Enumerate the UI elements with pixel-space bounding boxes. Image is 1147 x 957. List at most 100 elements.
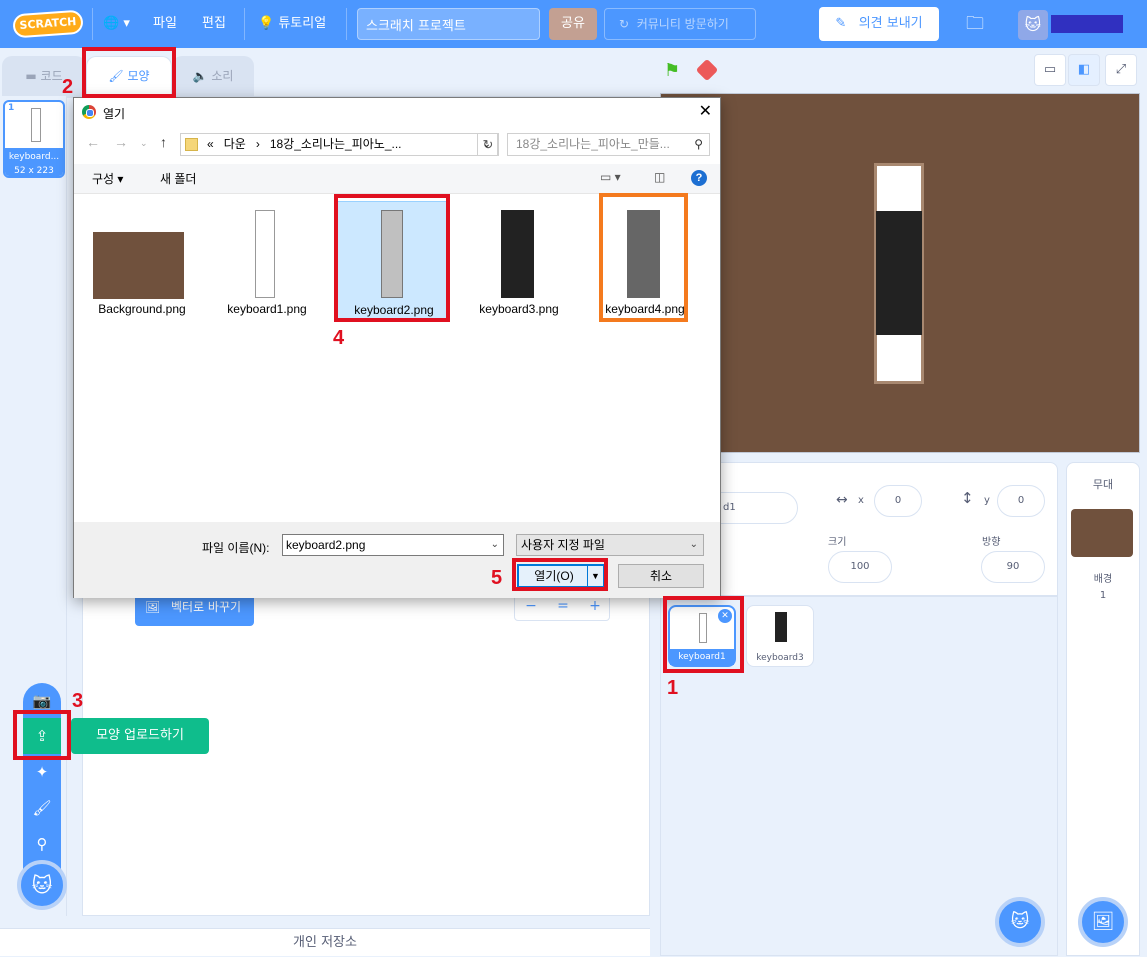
redacted-username[interactable]: [1051, 15, 1123, 33]
divider: [92, 8, 93, 40]
lightbulb-icon: 💡: [258, 16, 275, 31]
stage-sprite-keyboard-black[interactable]: [876, 211, 922, 335]
backpack-bar[interactable]: 개인 저장소: [0, 928, 650, 956]
highlight-box-upload: [13, 710, 71, 760]
edit-menu[interactable]: 편집: [202, 0, 226, 48]
costume-item[interactable]: 1 keyboard... 52 x 223: [3, 100, 65, 178]
avatar[interactable]: 🐱: [1018, 10, 1048, 40]
size-label: 크기: [828, 537, 847, 548]
zoom-reset-icon[interactable]: =: [547, 598, 579, 614]
sprite-name: keyboard3: [756, 653, 804, 663]
add-costume-button[interactable]: 🐱: [17, 860, 67, 910]
highlight-box-keyboard4: [599, 193, 688, 322]
file-name: keyboard1.png: [227, 302, 307, 316]
forward-icon[interactable]: →: [114, 134, 128, 150]
stage-thumbnail[interactable]: [1071, 509, 1133, 557]
highlight-box-keyboard2: [334, 194, 450, 322]
small-stage-icon[interactable]: ▭: [1034, 54, 1066, 86]
annotation-number: 1: [667, 677, 679, 699]
refresh-icon[interactable]: ↻: [477, 133, 499, 156]
tutorials-label: 튜토리얼: [278, 16, 327, 31]
close-icon[interactable]: ✕: [699, 101, 712, 121]
zoom-out-icon[interactable]: −: [515, 598, 547, 614]
feedback-button[interactable]: ✎ 의견 보내기: [819, 7, 939, 41]
up-icon[interactable]: ↑: [160, 134, 167, 150]
size-input[interactable]: 100: [828, 551, 892, 583]
backdrop-label: 배경: [1093, 574, 1113, 585]
folder-icon[interactable]: 🗀: [966, 0, 984, 48]
annotation-number: 3: [72, 690, 84, 712]
breadcrumb[interactable]: 다운: [224, 137, 246, 151]
view-icon[interactable]: ▭ ▾: [600, 170, 621, 184]
new-folder-button[interactable]: 새 폴더: [160, 170, 196, 187]
folder-icon: [185, 138, 198, 151]
breadcrumb[interactable]: 18강_소리나는_피아노_...: [270, 137, 402, 151]
file-thumbnail: [93, 232, 184, 299]
annotation-number: 2: [62, 76, 74, 98]
filename-value: keyboard2.png: [286, 538, 366, 552]
tab-code[interactable]: ▬ 코드: [2, 56, 86, 98]
green-flag-icon[interactable]: ⚑: [664, 60, 684, 81]
filename-label: 파일 이름(N):: [202, 541, 270, 555]
horizontal-arrows-icon: ↔: [836, 492, 848, 508]
help-icon[interactable]: ?: [691, 170, 707, 186]
highlight-box-open-button: [512, 558, 608, 591]
filetype-value: 사용자 지정 파일: [521, 538, 605, 552]
x-input[interactable]: 0: [874, 485, 922, 517]
menu-bar: SCRATCH 🌐 ▾ 파일 편집 💡 튜토리얼 스크래치 프로젝트 공유 ↻ …: [0, 0, 1147, 48]
tab-code-label: 코드: [40, 69, 63, 83]
globe-icon[interactable]: 🌐 ▾: [103, 0, 130, 48]
add-sprite-button[interactable]: 🐱: [995, 897, 1045, 947]
file-item[interactable]: keyboard3.png: [463, 201, 575, 319]
dialog-toolbar: 구성 ▾ 새 폴더 ▭ ▾ ◫ ?: [74, 164, 720, 194]
file-menu[interactable]: 파일: [153, 0, 177, 48]
file-item[interactable]: Background.png: [86, 201, 198, 319]
sprite-card[interactable]: keyboard3: [746, 605, 814, 667]
file-thumbnail: [501, 210, 534, 298]
backdrop-count: 1: [1099, 590, 1107, 601]
chrome-icon: [82, 105, 96, 119]
filename-input[interactable]: keyboard2.png ⌄: [282, 534, 504, 556]
fullscreen-icon[interactable]: ⤢: [1105, 54, 1137, 86]
cancel-button[interactable]: 취소: [618, 564, 704, 588]
code-icon: ▬: [25, 69, 37, 83]
search-input[interactable]: 18강_소리나는_피아노_만들... ⚲: [507, 133, 710, 156]
chevron-down-icon[interactable]: ⌄: [140, 138, 148, 149]
share-button[interactable]: 공유: [549, 8, 597, 40]
search-icon: ⚲: [694, 137, 703, 151]
scratch-logo[interactable]: SCRATCH: [12, 9, 84, 39]
tab-sounds-label: 소리: [211, 69, 234, 83]
speaker-icon: 🔈: [192, 69, 208, 83]
file-name: Background.png: [98, 302, 186, 316]
dialog-footer: 파일 이름(N): keyboard2.png ⌄ 사용자 지정 파일 ⌄ 열기…: [74, 522, 720, 598]
y-input[interactable]: 0: [997, 485, 1045, 517]
stage-pane-title: 무대: [1092, 478, 1114, 491]
file-name: keyboard3.png: [479, 302, 559, 316]
project-title-input[interactable]: 스크래치 프로젝트: [357, 8, 540, 40]
back-icon[interactable]: ←: [86, 134, 100, 150]
image-icon: 🖼: [1091, 911, 1115, 932]
normal-stage-icon[interactable]: ◧: [1068, 54, 1100, 86]
costume-thumbnail: [31, 108, 41, 142]
community-label: 커뮤니티 방문하기: [636, 17, 729, 31]
cat-icon: 🐱: [31, 873, 53, 897]
filetype-select[interactable]: 사용자 지정 파일 ⌄: [516, 534, 704, 556]
direction-input[interactable]: 90: [981, 551, 1045, 583]
tab-sounds[interactable]: 🔈 소리: [172, 56, 254, 98]
paint-icon[interactable]: 🖌: [23, 790, 61, 826]
address-bar[interactable]: « 다운 › 18강_소리나는_피아노_... ⌄: [180, 133, 498, 156]
zoom-in-icon[interactable]: +: [579, 598, 611, 614]
vector-button-label: 벡터로 바꾸기: [171, 600, 242, 614]
search-icon[interactable]: ⚲: [23, 826, 61, 862]
file-item[interactable]: keyboard1.png: [211, 201, 323, 319]
community-button[interactable]: ↻ 커뮤니티 방문하기: [604, 8, 756, 40]
organize-menu[interactable]: 구성 ▾: [92, 170, 123, 187]
add-backdrop-button[interactable]: 🖼: [1078, 897, 1128, 947]
tutorials-menu[interactable]: 💡 튜토리얼: [258, 0, 326, 48]
stop-icon[interactable]: [695, 58, 719, 82]
chevron-down-icon[interactable]: ⌄: [491, 535, 499, 555]
divider: [346, 8, 347, 40]
costume-name: keyboard...: [8, 152, 60, 162]
chevron-right-icon: ›: [255, 137, 260, 151]
preview-pane-icon[interactable]: ◫: [654, 170, 665, 184]
